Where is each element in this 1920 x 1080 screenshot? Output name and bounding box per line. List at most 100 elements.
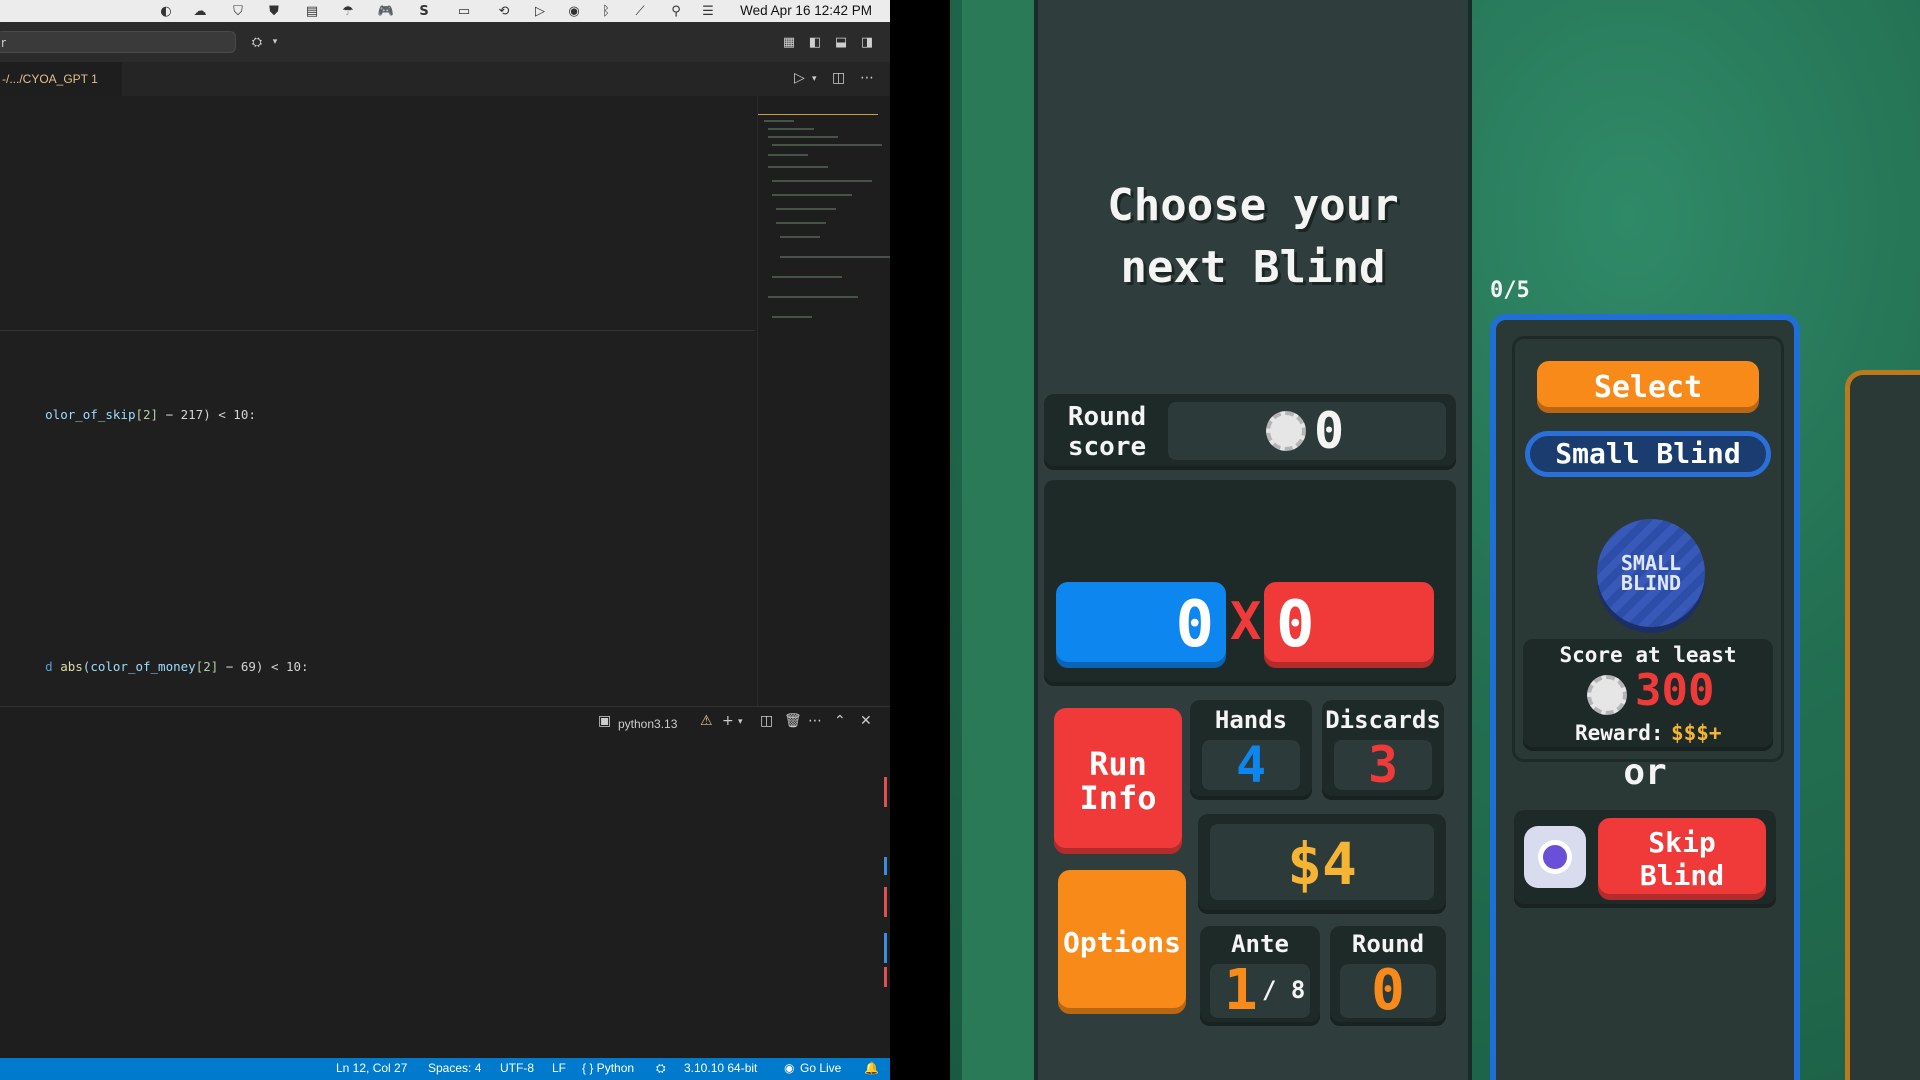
minimap-viewport[interactable] [758, 114, 878, 115]
notifications-bell-icon[interactable]: 🔔 [864, 1061, 879, 1075]
maximize-panel-icon[interactable]: ⌃ [834, 713, 846, 729]
eye-icon [1538, 840, 1572, 874]
trash-icon[interactable]: 🗑 [784, 713, 802, 729]
code-line[interactable]: d abs(color_of_money[2] − 69) < 10: [0, 644, 309, 689]
page-title: Choose your next Blind [1038, 175, 1468, 299]
play-circle-icon[interactable]: ▷ [532, 3, 548, 19]
editor-tab-bar: -/.../CYOA_GPT 1 ▷ ▾ ◫ ⋯ [0, 62, 890, 96]
copilot-status-icon[interactable]: ⛭ [656, 1061, 666, 1076]
discards-box: Discards 3 [1322, 700, 1444, 800]
hands-box: Hands 4 [1190, 700, 1312, 800]
options-button[interactable]: Options [1058, 870, 1186, 1014]
round-value-box: 0 [1340, 958, 1436, 1023]
run-info-line: Info [1079, 779, 1157, 817]
ante-value: 1 [1224, 958, 1258, 1023]
mult-value: 0 [1276, 588, 1315, 662]
terminal-name[interactable]: python3.13 [618, 717, 677, 731]
token-text: SMALL [1620, 551, 1682, 575]
line-ending[interactable]: LF [552, 1061, 566, 1075]
bluetooth-icon[interactable]: ᛒ [598, 3, 614, 19]
run-dropdown-icon[interactable]: ▾ [812, 74, 817, 84]
tab-active-file[interactable]: -/.../CYOA_GPT 1 [0, 62, 122, 96]
code-token: − 69) < 10: [218, 659, 309, 674]
gamepad-icon[interactable]: 🎮 [378, 3, 394, 19]
search-icon[interactable]: ⚲ [668, 3, 684, 19]
toggle-panel-icon[interactable]: ⬓ [832, 33, 850, 51]
broadcast-icon[interactable]: ◉ [784, 1061, 794, 1075]
indentation[interactable]: Spaces: 4 [428, 1061, 481, 1075]
blind-requirement-box: Score at least 300 Reward: $$$+ [1523, 639, 1773, 751]
language-mode[interactable]: { } Python [582, 1061, 634, 1075]
go-live-button[interactable]: Go Live [800, 1061, 841, 1075]
round-score-box: Round score 0 [1044, 394, 1456, 470]
user-circle-icon[interactable]: ◉ [566, 3, 582, 19]
new-terminal-icon[interactable]: + [722, 713, 734, 729]
wifi-off-icon[interactable]: ⟋ [632, 3, 648, 19]
blind-name: Small Blind [1525, 431, 1771, 477]
bag-icon[interactable]: ▤ [304, 3, 320, 19]
split-editor-icon[interactable]: ◫ [832, 70, 845, 86]
app-indicator-icon[interactable]: ◐ [158, 3, 174, 19]
title-line-1: Choose your [1107, 180, 1399, 231]
discards-value-box: 3 [1334, 736, 1432, 794]
skip-blind-button[interactable]: Skip Blind [1598, 818, 1766, 900]
token-text: BLIND [1620, 571, 1682, 595]
blind-counter: 0/5 [1490, 278, 1530, 303]
vpn-shield-icon[interactable]: ⛊ [266, 3, 282, 19]
hand-score-box: 0 X 0 [1044, 480, 1456, 686]
terminal-panel[interactable]: ▣ python3.13 ⚠ + ▾ ◫ 🗑 ⋯ ⌃ ✕ [0, 706, 890, 1080]
encoding[interactable]: UTF-8 [500, 1061, 534, 1075]
toggle-secondary-sidebar-icon[interactable]: ◨ [858, 33, 876, 51]
command-center-search[interactable]: r [0, 31, 236, 53]
cursor-position[interactable]: Ln 12, Col 27 [336, 1061, 407, 1075]
more-actions-icon[interactable]: ⋯ [860, 70, 874, 86]
or-label: or [1623, 752, 1667, 793]
blind-card-inner: Select Small Blind SMALL BLIND Score at … [1512, 336, 1784, 762]
minimap-line [780, 256, 890, 258]
title-line-2: next Blind [1120, 242, 1386, 293]
code-line[interactable]: olor_of_skip[2] − 217) < 10: [0, 392, 256, 437]
target-score: 300 [1635, 665, 1715, 716]
split-terminal-icon[interactable]: ◫ [760, 713, 773, 729]
control-center-icon[interactable]: ☰ [700, 3, 716, 19]
toggle-primary-sidebar-icon[interactable]: ◧ [806, 33, 824, 51]
skip-blind-label: Skip Blind [1639, 826, 1725, 892]
title-bar: r ⛭ ▾ ▦ ◧ ⬓ ◨ [0, 22, 890, 63]
code-token: − 217) < 10: [158, 407, 256, 422]
minimap-line [772, 194, 852, 196]
time-machine-icon[interactable]: ⟲ [496, 3, 512, 19]
python-interpreter[interactable]: 3.10.10 64-bit [684, 1061, 757, 1075]
chevron-down-icon[interactable]: ▾ [266, 33, 284, 51]
minimap-line [780, 236, 820, 238]
shield-icon[interactable]: ⛉ [230, 3, 246, 19]
weather-icon[interactable]: ☂ [340, 3, 356, 19]
ante-max: / 8 [1262, 976, 1306, 1004]
more-actions-icon[interactable]: ⋯ [808, 713, 822, 729]
s-app-icon[interactable]: S [416, 3, 432, 19]
minimap-line [772, 144, 882, 146]
minimap[interactable] [757, 96, 890, 706]
discards-label: Discards [1325, 706, 1441, 734]
code-token: abs [60, 659, 83, 674]
cloud-icon[interactable]: ☁ [192, 3, 208, 19]
run-file-icon[interactable]: ▷ [794, 70, 805, 86]
run-info-button[interactable]: Run Info [1054, 708, 1182, 854]
close-icon[interactable]: ✕ [860, 713, 872, 729]
copilot-icon[interactable]: ⛭ [248, 33, 266, 51]
battery-icon[interactable]: ▭ [452, 3, 476, 19]
round-label: Round [1351, 930, 1425, 958]
hands-value: 4 [1235, 736, 1267, 794]
chip-icon [1587, 675, 1627, 715]
minimap-line [772, 180, 872, 182]
code-editor[interactable]: olor_of_skip[2] − 217) < 10: d abs(color… [0, 96, 755, 706]
select-button[interactable]: Select [1537, 361, 1759, 413]
menu-clock[interactable]: Wed Apr 16 12:42 PM [740, 3, 872, 18]
customize-layout-icon[interactable]: ▦ [780, 33, 798, 51]
status-bar: Ln 12, Col 27 Spaces: 4 UTF-8 LF { } Pyt… [0, 1058, 890, 1080]
mult-display: 0 [1264, 582, 1434, 668]
chevron-down-icon[interactable]: ▾ [738, 717, 743, 727]
round-score-display: 0 [1168, 402, 1446, 460]
minimap-line [764, 120, 794, 122]
minimap-line [768, 154, 808, 156]
skip-tag-icon[interactable] [1524, 826, 1586, 888]
